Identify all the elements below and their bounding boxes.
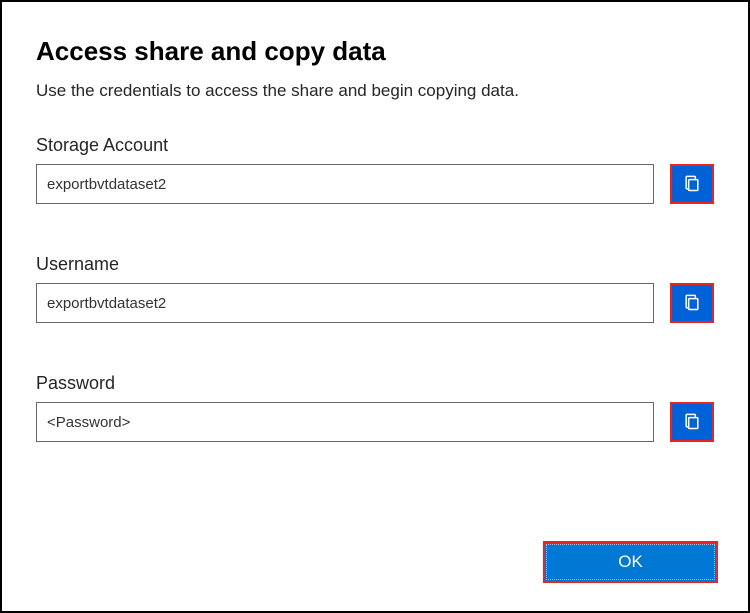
username-row [36, 283, 714, 323]
ok-button[interactable]: OK [543, 541, 718, 583]
username-label: Username [36, 254, 714, 275]
storage-account-group: Storage Account [36, 135, 714, 204]
storage-account-input[interactable] [36, 164, 654, 204]
access-share-dialog: Access share and copy data Use the crede… [0, 0, 750, 613]
dialog-subtitle: Use the credentials to access the share … [36, 81, 714, 101]
storage-account-row [36, 164, 714, 204]
password-row [36, 402, 714, 442]
copy-icon [682, 173, 702, 196]
copy-icon [682, 292, 702, 315]
dialog-title: Access share and copy data [36, 36, 714, 67]
username-input[interactable] [36, 283, 654, 323]
dialog-footer: OK [543, 541, 718, 583]
username-group: Username [36, 254, 714, 323]
copy-icon [682, 411, 702, 434]
password-label: Password [36, 373, 714, 394]
copy-username-button[interactable] [670, 283, 714, 323]
password-input[interactable] [36, 402, 654, 442]
password-group: Password [36, 373, 714, 442]
copy-storage-account-button[interactable] [670, 164, 714, 204]
storage-account-label: Storage Account [36, 135, 714, 156]
copy-password-button[interactable] [670, 402, 714, 442]
